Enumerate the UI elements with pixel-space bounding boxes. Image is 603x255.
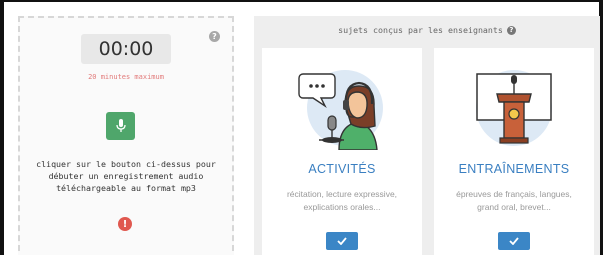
- card-description-line: grand oral, brevet...: [477, 202, 551, 212]
- select-entrainements-button[interactable]: [498, 232, 530, 250]
- check-icon: [509, 237, 519, 245]
- max-duration-note: 20 minutes maximum: [88, 73, 164, 81]
- instruction-line: cliquer sur le bouton ci-dessus pour: [36, 159, 216, 169]
- card-activites[interactable]: ACTIVITÉS récitation, lecture expressive…: [262, 48, 422, 255]
- instruction-line: téléchargeable au format mp3: [56, 183, 196, 193]
- question-circle-icon[interactable]: ?: [209, 31, 220, 42]
- card-entrainements[interactable]: ENTRAÎNEMENTS épreuves de français, lang…: [434, 48, 594, 255]
- select-activites-button[interactable]: [326, 232, 358, 250]
- card-description-line: épreuves de français, langues,: [456, 189, 572, 199]
- audio-recorder-panel: 00:00 ? 20 minutes maximum cliquer sur l…: [18, 16, 234, 255]
- card-title: ACTIVITÉS: [308, 162, 376, 176]
- check-icon: [337, 237, 347, 245]
- teacher-topics-panel: sujets conçus par les enseignants ? ACTI…: [254, 16, 600, 255]
- app-frame: 00:00 ? 20 minutes maximum cliquer sur l…: [0, 0, 603, 255]
- podcaster-headset-illustration: [298, 70, 383, 150]
- card-description: récitation, lecture expressive, explicat…: [268, 188, 416, 214]
- lectern-microphone-illustration: [476, 70, 552, 146]
- card-description-line: récitation, lecture expressive,: [286, 189, 398, 199]
- instruction-line: débuter un enregistrement audio: [48, 171, 204, 181]
- microphone-icon: [115, 119, 126, 132]
- card-description: épreuves de français, langues, grand ora…: [440, 188, 588, 214]
- card-description-line: explications orales...: [303, 202, 381, 212]
- recording-timer: 00:00: [81, 34, 171, 64]
- record-button[interactable]: [106, 112, 135, 140]
- recording-instructions: cliquer sur le bouton ci-dessus pour déb…: [20, 158, 232, 194]
- card-title: ENTRAÎNEMENTS: [458, 162, 570, 176]
- section-heading: sujets conçus par les enseignants ?: [254, 25, 600, 35]
- question-circle-icon[interactable]: ?: [506, 25, 516, 35]
- section-heading-text: sujets conçus par les enseignants: [338, 25, 503, 35]
- exclamation-circle-icon[interactable]: !: [118, 217, 132, 231]
